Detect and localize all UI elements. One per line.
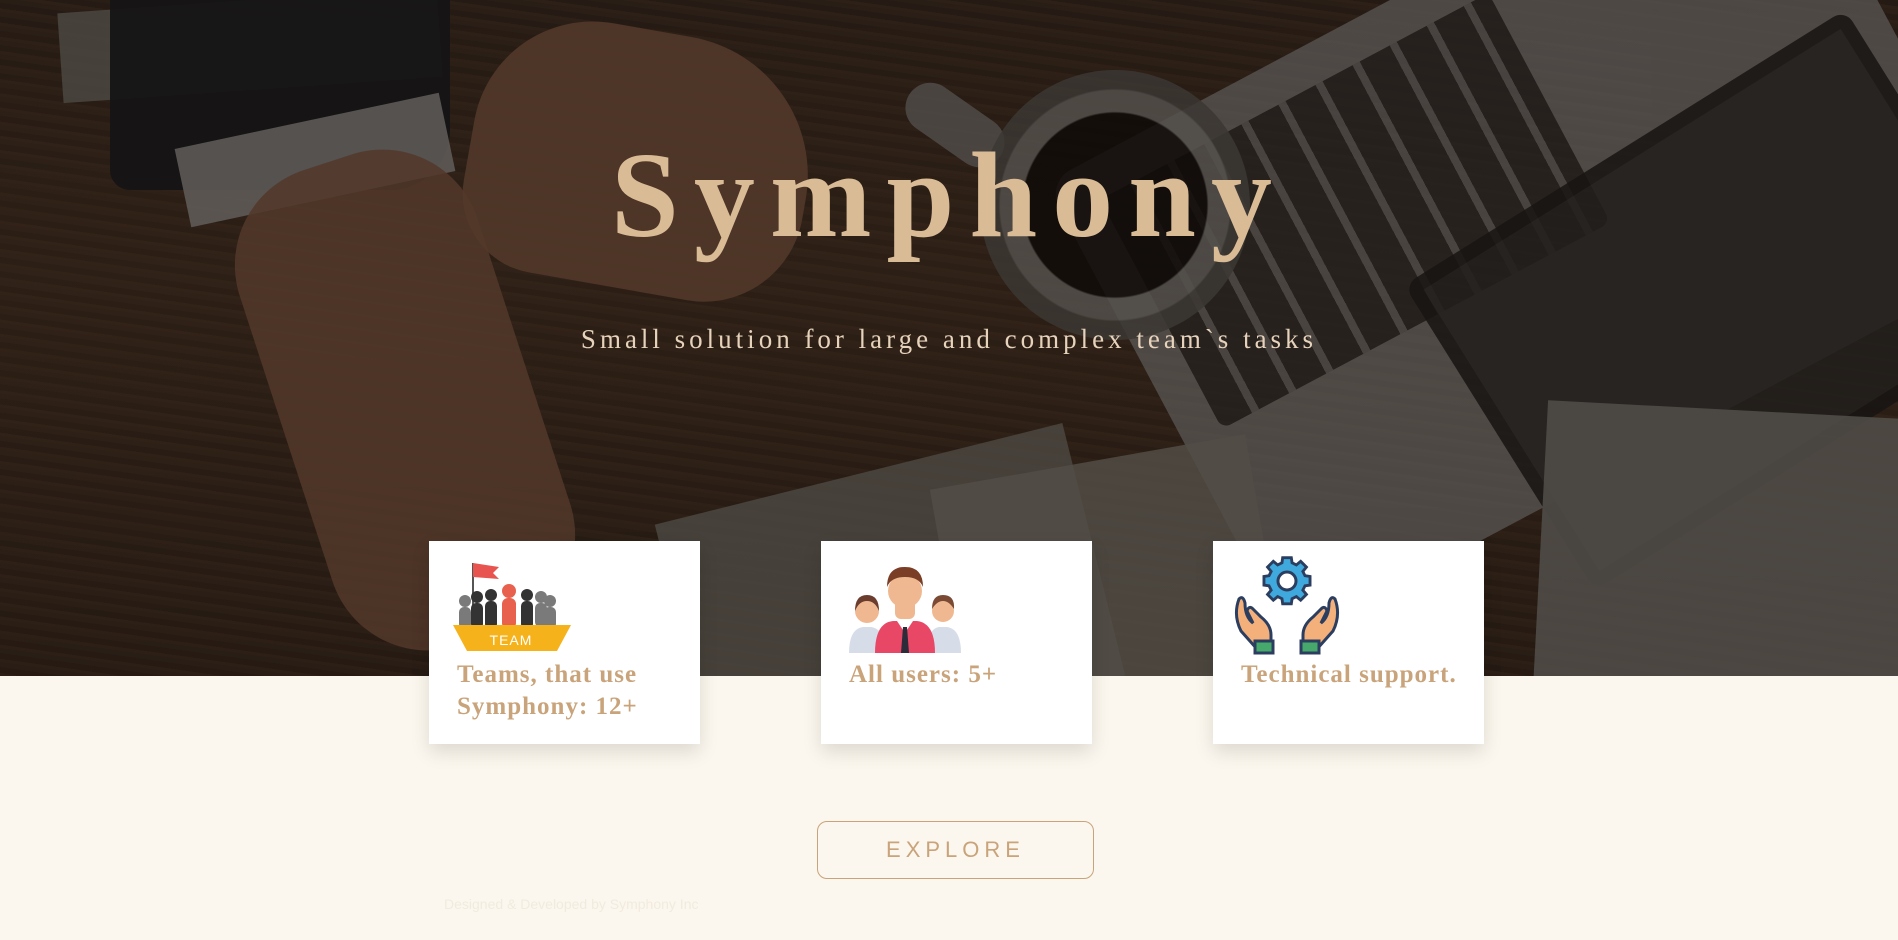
stat-label-teams: Teams, that use Symphony: 12+	[457, 661, 638, 720]
hero-title: Symphony	[610, 128, 1288, 263]
stat-card-teams: TEAM Teams, that use Symphony: 12+	[429, 541, 700, 744]
stat-card-users: All users: 5+	[821, 541, 1092, 744]
stat-card-support: Technical support.	[1213, 541, 1484, 744]
stat-label-users: All users: 5+	[849, 661, 998, 688]
users-group-icon	[845, 557, 965, 657]
hero-subtitle: Small solution for large and complex tea…	[580, 324, 1318, 354]
footer-credit: Designed & Developed by Symphony Inc	[444, 896, 699, 912]
explore-button[interactable]: EXPLORE	[817, 821, 1094, 879]
stat-label-support: Technical support.	[1241, 661, 1457, 688]
svg-text:TEAM: TEAM	[490, 632, 533, 648]
hands-gear-icon	[1231, 555, 1351, 655]
team-flag-icon: TEAM	[453, 557, 573, 657]
